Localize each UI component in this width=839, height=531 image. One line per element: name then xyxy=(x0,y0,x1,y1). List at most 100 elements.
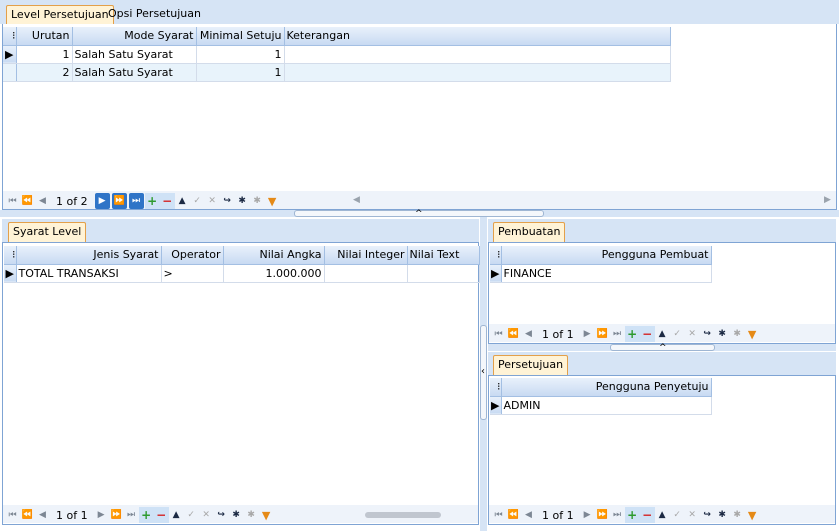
next-icon[interactable]: ▶ xyxy=(580,507,595,523)
check-icon[interactable]: ✓ xyxy=(670,326,685,342)
next-page-icon[interactable]: ⏩ xyxy=(111,193,127,209)
prev-icon[interactable]: ◀ xyxy=(521,326,536,342)
chevron-up-icon[interactable]: ^ xyxy=(415,209,423,219)
next-page-icon[interactable]: ⏩ xyxy=(595,326,610,342)
filter-icon[interactable]: ▼ xyxy=(259,507,274,523)
horizontal-scrollbar[interactable] xyxy=(365,512,441,518)
tab-syarat-level[interactable]: Syarat Level xyxy=(8,222,87,242)
prev-page-icon[interactable]: ⏪ xyxy=(506,326,521,342)
column-chooser-icon[interactable]: ⁝ xyxy=(490,246,502,265)
column-chooser-icon[interactable]: ⁝ xyxy=(490,378,502,397)
filter-icon[interactable]: ▼ xyxy=(745,507,760,523)
refresh-icon[interactable]: ↪ xyxy=(700,507,715,523)
next-page-icon[interactable]: ⏩ xyxy=(595,507,610,523)
prev-page-icon[interactable]: ⏪ xyxy=(506,507,521,523)
cancel-icon[interactable]: ✕ xyxy=(685,326,700,342)
asterisk-gray-icon[interactable]: ✱ xyxy=(730,507,745,523)
check-icon[interactable]: ✓ xyxy=(670,507,685,523)
tab-opsi-persetujuan[interactable]: Opsi Persetujuan xyxy=(104,5,205,25)
up-icon[interactable]: ▲ xyxy=(655,326,670,342)
col-nilai-text[interactable]: Nilai Text xyxy=(407,246,480,265)
col-nilai-angka[interactable]: Nilai Angka xyxy=(223,246,325,265)
check-icon[interactable]: ✓ xyxy=(184,507,199,523)
col-nilai-integer[interactable]: Nilai Integer xyxy=(324,246,408,265)
cancel-icon[interactable]: ✕ xyxy=(685,507,700,523)
cell-urutan[interactable]: 1 xyxy=(16,45,73,64)
asterisk-gray-icon[interactable]: ✱ xyxy=(244,507,259,523)
cell-keterangan[interactable] xyxy=(284,45,671,64)
hscroll-left-icon[interactable]: ◀ xyxy=(353,195,360,205)
col-mode-syarat[interactable]: Mode Syarat xyxy=(72,27,197,46)
cell-mode[interactable]: Salah Satu Syarat xyxy=(72,63,197,82)
table-row[interactable]: ▶ FINANCE xyxy=(490,264,712,283)
next-page-icon[interactable]: ⏩ xyxy=(109,507,124,523)
cell-minimal[interactable]: 1 xyxy=(196,63,285,82)
col-jenis-syarat[interactable]: Jenis Syarat xyxy=(16,246,162,265)
filter-icon[interactable]: ▼ xyxy=(745,326,760,342)
up-icon[interactable]: ▲ xyxy=(175,193,190,209)
hscroll-right-icon[interactable]: ▶ xyxy=(824,195,831,205)
col-pengguna-penyetuju[interactable]: Pengguna Penyetuju xyxy=(501,378,712,397)
table-row[interactable]: ▶ ADMIN xyxy=(490,396,712,415)
table-row[interactable]: ▶ TOTAL TRANSAKSI > 1.000.000 xyxy=(4,264,480,283)
last-icon[interactable]: ⏭ xyxy=(128,193,144,209)
asterisk-gray-icon[interactable]: ✱ xyxy=(250,193,265,209)
filter-icon[interactable]: ▼ xyxy=(265,193,280,209)
refresh-icon[interactable]: ↪ xyxy=(214,507,229,523)
add-icon[interactable]: + xyxy=(138,507,154,523)
table-row[interactable]: ▶ 1 Salah Satu Syarat 1 xyxy=(3,45,671,64)
cell-angka[interactable]: 1.000.000 xyxy=(223,264,325,283)
col-pengguna-pembuat[interactable]: Pengguna Pembuat xyxy=(501,246,712,265)
cell-jenis[interactable]: TOTAL TRANSAKSI xyxy=(16,264,162,283)
cell-mode[interactable]: Salah Satu Syarat xyxy=(72,45,197,64)
up-icon[interactable]: ▲ xyxy=(169,507,184,523)
prev-icon[interactable]: ◀ xyxy=(35,193,50,209)
table-row[interactable]: 2 Salah Satu Syarat 1 xyxy=(3,63,671,82)
cancel-icon[interactable]: ✕ xyxy=(199,507,214,523)
check-icon[interactable]: ✓ xyxy=(190,193,205,209)
chevron-left-icon[interactable]: ‹ xyxy=(481,366,485,377)
cell-urutan[interactable]: 2 xyxy=(16,63,73,82)
asterisk-icon[interactable]: ✱ xyxy=(715,507,730,523)
add-icon[interactable]: + xyxy=(624,326,640,342)
asterisk-gray-icon[interactable]: ✱ xyxy=(730,326,745,342)
cell-operator[interactable]: > xyxy=(161,264,224,283)
first-icon[interactable]: ⏮ xyxy=(491,507,506,523)
last-icon[interactable]: ⏭ xyxy=(610,507,625,523)
next-icon[interactable]: ▶ xyxy=(580,326,595,342)
asterisk-icon[interactable]: ✱ xyxy=(229,507,244,523)
prev-icon[interactable]: ◀ xyxy=(35,507,50,523)
add-icon[interactable]: + xyxy=(624,507,640,523)
last-icon[interactable]: ⏭ xyxy=(610,326,625,342)
cancel-icon[interactable]: ✕ xyxy=(205,193,220,209)
col-minimal-setuju[interactable]: Minimal Setuju xyxy=(196,27,285,46)
refresh-icon[interactable]: ↪ xyxy=(700,326,715,342)
delete-icon[interactable]: − xyxy=(639,326,655,342)
next-icon[interactable]: ▶ xyxy=(94,507,109,523)
prev-page-icon[interactable]: ⏪ xyxy=(20,193,35,209)
prev-icon[interactable]: ◀ xyxy=(521,507,536,523)
prev-page-icon[interactable]: ⏪ xyxy=(20,507,35,523)
cell-keterangan[interactable] xyxy=(284,63,671,82)
asterisk-icon[interactable]: ✱ xyxy=(235,193,250,209)
cell-minimal[interactable]: 1 xyxy=(196,45,285,64)
cell-text[interactable] xyxy=(407,264,480,283)
tab-pembuatan[interactable]: Pembuatan xyxy=(493,222,566,242)
cell-pengguna[interactable]: FINANCE xyxy=(501,264,712,283)
last-icon[interactable]: ⏭ xyxy=(124,507,139,523)
first-icon[interactable]: ⏮ xyxy=(5,507,20,523)
first-icon[interactable]: ⏮ xyxy=(491,326,506,342)
col-urutan[interactable]: Urutan xyxy=(16,27,73,46)
column-chooser-icon[interactable]: ⁝ xyxy=(3,27,17,46)
add-icon[interactable]: + xyxy=(144,193,160,209)
tab-level-persetujuan[interactable]: Level Persetujuan xyxy=(6,5,114,25)
cell-integer[interactable] xyxy=(324,264,408,283)
up-icon[interactable]: ▲ xyxy=(655,507,670,523)
column-chooser-icon[interactable]: ⁝ xyxy=(4,246,17,265)
col-operator[interactable]: Operator xyxy=(161,246,224,265)
col-keterangan[interactable]: Keterangan xyxy=(284,27,671,46)
delete-icon[interactable]: − xyxy=(153,507,169,523)
refresh-icon[interactable]: ↪ xyxy=(220,193,235,209)
cell-pengguna[interactable]: ADMIN xyxy=(501,396,712,415)
next-icon[interactable]: ▶ xyxy=(94,193,110,209)
